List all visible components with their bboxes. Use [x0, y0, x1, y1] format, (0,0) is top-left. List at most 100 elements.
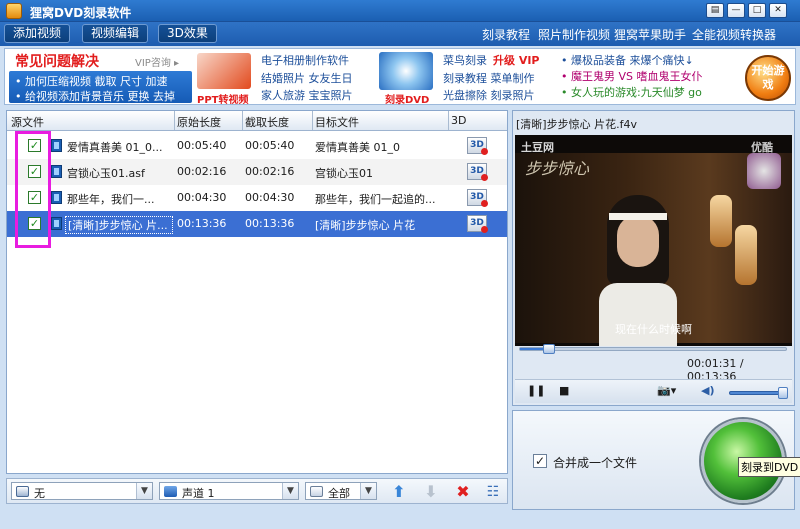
stop-icon[interactable]: ■: [559, 384, 569, 397]
burn-panel: ✓ 合并成一个文件 刻录到DVD: [512, 410, 800, 510]
vip-consult-link[interactable]: VIP咨询 ▸: [135, 54, 179, 69]
table-row[interactable]: ✓ 宫锁心玉01.asf 00:02:16 00:02:16 宫锁心玉01 3D: [7, 159, 507, 185]
apple-helper-link[interactable]: 狸窝苹果助手: [614, 26, 686, 43]
add-video-button[interactable]: 添加视频: [4, 24, 71, 43]
video-file-icon: [51, 139, 62, 152]
dvd-caption[interactable]: 刻录DVD: [385, 91, 429, 106]
original-length-cell: 00:13:36: [177, 217, 227, 230]
subtitle-select[interactable]: 无 ▼: [11, 482, 153, 500]
dvd-disc-icon[interactable]: [379, 52, 433, 90]
start-game-button[interactable]: 开始游戏: [745, 55, 791, 101]
col-source[interactable]: 源文件: [11, 114, 44, 130]
news-link-3[interactable]: • 女人玩的游戏:九天仙梦 go: [561, 84, 702, 100]
table-row[interactable]: ✓ 爱情真善美 01_0... 00:05:40 00:05:40 爱情真善美 …: [7, 133, 507, 159]
original-length-cell: 00:04:30: [177, 191, 227, 204]
main-toolbar: 添加视频 视频编辑 3D效果 刻录教程 照片制作视频 狸窝苹果助手 全能视频转换…: [0, 22, 800, 46]
chevron-down-icon[interactable]: ▼: [360, 483, 376, 499]
clear-list-icon[interactable]: ☷: [483, 482, 503, 502]
col-divider[interactable]: [312, 111, 313, 130]
merge-files-checkbox[interactable]: ✓: [533, 454, 547, 468]
3d-toggle-icon[interactable]: 3D: [467, 137, 488, 155]
ppt-icon[interactable]: [197, 53, 251, 89]
3d-toggle-icon[interactable]: 3D: [467, 189, 488, 207]
beginner-burn-link[interactable]: 菜鸟刻录: [443, 52, 487, 68]
col-target-file[interactable]: 目标文件: [315, 114, 359, 130]
clip-length-cell: 00:13:36: [245, 217, 295, 230]
table-row-selected[interactable]: ✓ [清晰]步步惊心 片... 00:13:36 00:13:36 [清晰]步步…: [7, 211, 507, 237]
range-icon: [310, 486, 323, 497]
news-link-1[interactable]: • 爆极品装备 来爆个痛快↓: [561, 52, 694, 68]
source-file-cell: [清晰]步步惊心 片...: [65, 216, 173, 234]
pause-icon[interactable]: ❚❚: [527, 384, 545, 397]
window-title: 狸窝DVD刻录软件: [30, 6, 132, 20]
maximize-button[interactable]: □: [748, 3, 766, 18]
col-original-length[interactable]: 原始长度: [177, 114, 221, 130]
volume-icon[interactable]: ◀): [701, 384, 715, 397]
chevron-down-icon[interactable]: ▼: [136, 483, 152, 499]
original-length-cell: 00:05:40: [177, 139, 227, 152]
disc-erase-link[interactable]: 光盘擦除 刻录照片: [443, 87, 535, 103]
col-divider[interactable]: [174, 111, 175, 130]
source-file-cell: 宫锁心玉01.asf: [67, 167, 145, 180]
target-file-cell: 爱情真善美 01_0: [315, 141, 400, 154]
upgrade-vip-link[interactable]: 升级 VIP: [493, 52, 540, 68]
col-clip-length[interactable]: 截取长度: [245, 114, 289, 130]
volume-handle[interactable]: [778, 387, 788, 399]
burn-tutorial-link[interactable]: 刻录教程: [482, 26, 530, 43]
news-link-2[interactable]: • 魔王鬼男 VS 嗜血鬼王女仆: [561, 68, 703, 84]
show-title-watermark: 步步惊心: [525, 159, 590, 178]
channel-logo-icon: [747, 153, 781, 189]
family-photo-link[interactable]: 家人旅游 宝宝照片: [261, 87, 353, 103]
move-down-icon[interactable]: ⬇: [421, 482, 441, 502]
video-preview[interactable]: 土豆网 步步惊心 优酷 现在什么时候啊: [515, 135, 792, 346]
subtitle-icon: [16, 486, 29, 497]
3d-effect-button[interactable]: 3D效果: [158, 24, 217, 43]
source-file-cell: 那些年，我们一...: [67, 193, 155, 206]
annotation-highlight-checkboxes: [15, 131, 51, 248]
move-up-icon[interactable]: ⬆: [389, 482, 409, 502]
col-3d[interactable]: 3D: [451, 114, 466, 127]
range-select[interactable]: 全部 ▼: [305, 482, 377, 500]
faq-title: 常见问题解决: [15, 54, 99, 70]
video-converter-link[interactable]: 全能视频转换器: [692, 26, 776, 43]
3d-toggle-icon[interactable]: 3D: [467, 215, 488, 233]
seek-bar[interactable]: [519, 344, 787, 354]
audio-track-select[interactable]: 声道 1 ▼: [159, 482, 299, 500]
ad-banner: 常见问题解决 VIP咨询 ▸ • 加何压缩视频 截取 尺寸 加速 • 给视频添加…: [4, 48, 796, 106]
clip-length-cell: 00:04:30: [245, 191, 295, 204]
close-button[interactable]: ✕: [769, 3, 787, 18]
volume-slider[interactable]: [729, 387, 788, 399]
snapshot-camera-icon[interactable]: 📷▾: [657, 384, 676, 397]
photo-video-link[interactable]: 照片制作视频: [538, 26, 610, 43]
preview-filename: [清晰]步步惊心 片花.f4v: [516, 118, 637, 131]
merge-files-label[interactable]: 合并成一个文件: [553, 454, 637, 471]
source-file-cell: 爱情真善美 01_0...: [67, 141, 163, 154]
seek-handle[interactable]: [543, 344, 555, 354]
player-controls: ❚❚ ■ 📷▾ ◀): [515, 379, 792, 403]
faq-box: • 加何压缩视频 截取 尺寸 加速 • 给视频添加背景音乐 更换 去掉: [9, 71, 192, 103]
video-subtitle: 现在什么时候啊: [615, 323, 692, 336]
table-row[interactable]: ✓ 那些年，我们一... 00:04:30 00:04:30 那些年，我们一起追…: [7, 185, 507, 211]
video-edit-button[interactable]: 视频编辑: [82, 24, 149, 43]
minimize-button[interactable]: —: [727, 3, 745, 18]
ppt-caption[interactable]: PPT转视频: [197, 91, 248, 106]
wedding-photo-link[interactable]: 结婚照片 女友生日: [261, 70, 353, 86]
burn-dvd-tooltip: 刻录到DVD: [738, 457, 800, 477]
settings-button[interactable]: ▤: [706, 3, 724, 18]
faq-link-compress[interactable]: • 加何压缩视频 截取 尺寸 加速: [15, 73, 167, 89]
audio-select-value: 声道 1: [182, 487, 215, 500]
clip-length-cell: 00:02:16: [245, 165, 295, 178]
col-divider[interactable]: [242, 111, 243, 130]
video-file-icon: [51, 165, 62, 178]
range-select-value: 全部: [328, 487, 350, 500]
photo-album-link[interactable]: 电子相册制作软件: [261, 52, 349, 68]
col-divider[interactable]: [448, 111, 449, 130]
3d-toggle-icon[interactable]: 3D: [467, 163, 488, 181]
faq-link-music[interactable]: • 给视频添加背景音乐 更换 去掉: [15, 88, 175, 104]
target-file-cell: [清晰]步步惊心 片花: [315, 219, 416, 232]
actor-headband: [609, 213, 667, 220]
burn-menu-link[interactable]: 刻录教程 菜单制作: [443, 70, 535, 86]
file-table: 源文件 原始长度 截取长度 目标文件 3D ✓ 爱情真善美 01_0... 00…: [6, 110, 508, 474]
delete-icon[interactable]: ✖: [453, 482, 473, 502]
chevron-down-icon[interactable]: ▼: [282, 483, 298, 499]
